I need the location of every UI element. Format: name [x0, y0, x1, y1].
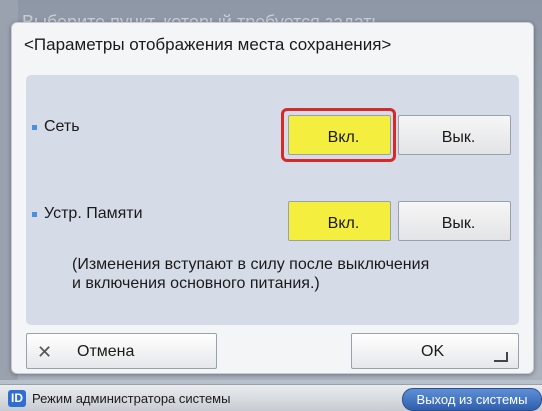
row-label-network: Сеть [44, 118, 80, 135]
bullet-icon [32, 212, 37, 217]
dialog-title: <Параметры отображения места сохранения> [24, 35, 392, 54]
logout-button[interactable]: Выход из системы [402, 388, 542, 411]
id-icon: ID [8, 390, 26, 407]
cancel-button[interactable]: ✕ Отмена [26, 333, 217, 369]
restart-note: (Изменения вступают в силу после выключе… [72, 255, 429, 293]
settings-panel: Сеть Вкл. Вык. Устр. Памяти Вкл. Вык. (И… [26, 75, 519, 325]
status-bar: ID Режим администратора системы Выход из… [0, 384, 542, 411]
note-line-1: (Изменения вступают в силу после выключе… [72, 256, 430, 273]
ok-button[interactable]: OK [351, 333, 519, 369]
note-line-2: и включения основного питания.) [72, 275, 320, 292]
storage-display-settings-dialog: <Параметры отображения места сохранения>… [11, 22, 534, 374]
enter-icon [494, 352, 508, 362]
network-on-button[interactable]: Вкл. [288, 115, 391, 155]
close-icon: ✕ [37, 342, 53, 362]
row-label-memory-device: Устр. Памяти [44, 205, 143, 222]
network-off-button[interactable]: Вык. [398, 115, 511, 155]
bullet-icon [32, 125, 37, 130]
admin-mode-label: Режим администратора системы [32, 391, 231, 406]
memory-on-button[interactable]: Вкл. [288, 201, 391, 241]
cancel-label: Отмена [77, 343, 135, 360]
ok-label: OK [421, 343, 445, 360]
memory-off-button[interactable]: Вык. [398, 201, 511, 241]
